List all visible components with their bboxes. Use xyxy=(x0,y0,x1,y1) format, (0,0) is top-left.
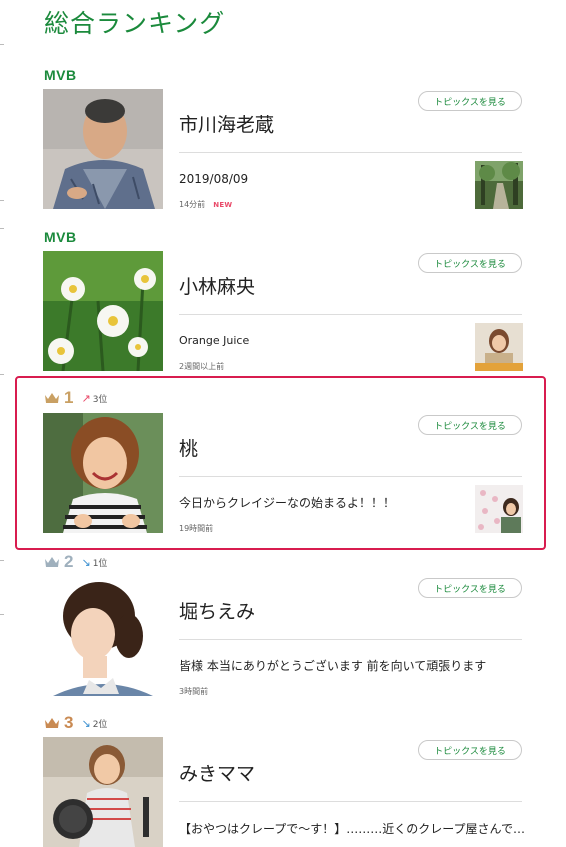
rank-number: 2 xyxy=(64,552,74,571)
new-badge: NEW xyxy=(213,200,233,209)
page-title: 総合ランキング xyxy=(44,9,226,38)
crown-icon xyxy=(45,718,59,728)
highlight-frame xyxy=(15,376,546,550)
woman-profile-braided-hair-image xyxy=(43,576,163,696)
entry-label: 3 ↘ 2位 xyxy=(44,713,107,732)
entry-name[interactable]: 市川海老蔵 xyxy=(179,110,274,137)
topic-text[interactable]: 2019/08/09 xyxy=(179,172,248,186)
topic-text[interactable]: Orange Juice xyxy=(179,334,249,347)
forest-path-image xyxy=(475,161,523,209)
time-ago: 2週間以上前 xyxy=(179,362,225,371)
topics-button[interactable]: トピックスを見る xyxy=(418,740,522,760)
mvb-badge: MVB xyxy=(44,67,77,83)
portrait-man-kimono-image xyxy=(43,89,163,209)
entry-photo[interactable] xyxy=(43,737,163,847)
entry-photo[interactable] xyxy=(43,89,163,209)
topics-button[interactable]: トピックスを見る xyxy=(418,91,522,111)
entry-name[interactable]: 堀ちえみ xyxy=(179,597,255,624)
arrow-down-icon: ↘ xyxy=(81,555,91,569)
topic-text[interactable]: 【おやつはクレープで～す！】………近くのクレープ屋さんで… xyxy=(179,820,525,837)
divider xyxy=(179,152,522,153)
entry-photo[interactable] xyxy=(43,251,163,371)
ranking-page: 総合ランキング MVB 市川海老蔵 トピックスを見る 2019/08/09 14… xyxy=(0,0,566,847)
entry-label: 2 ↘ 1位 xyxy=(44,552,107,571)
topics-button[interactable]: トピックスを見る xyxy=(418,253,522,273)
time-row: 14分前 NEW xyxy=(179,199,232,210)
time-ago: 3時間前 xyxy=(179,687,209,696)
rank-move: ↘ 2位 xyxy=(81,717,107,730)
arrow-down-icon: ↘ xyxy=(81,716,91,730)
daisy-flowers-image xyxy=(43,251,163,371)
entry-label: MVB xyxy=(44,66,77,84)
topics-button[interactable]: トピックスを見る xyxy=(418,578,522,598)
topic-thumbnail[interactable] xyxy=(475,323,523,371)
time-row: 2週間以上前 xyxy=(179,361,224,372)
crown-icon xyxy=(45,557,59,567)
entry-photo[interactable] xyxy=(43,576,163,696)
mvb-badge: MVB xyxy=(44,229,77,245)
entry-name[interactable]: 小林麻央 xyxy=(179,272,255,299)
entry-label: MVB xyxy=(44,228,77,246)
rank-move-text: 1位 xyxy=(92,558,108,569)
divider xyxy=(179,639,522,640)
rank-move-text: 2位 xyxy=(92,719,108,730)
time-ago: 14分前 xyxy=(179,200,206,209)
divider xyxy=(179,801,522,802)
divider xyxy=(179,314,522,315)
topic-text[interactable]: 皆様 本当にありがとうございます 前を向いて頑張ります xyxy=(179,657,486,674)
entry-name[interactable]: みきママ xyxy=(179,759,255,786)
rank-move: ↘ 1位 xyxy=(81,556,107,569)
woman-holding-frying-pans-image xyxy=(43,737,163,847)
woman-with-drink-image xyxy=(475,323,523,371)
topic-thumbnail[interactable] xyxy=(475,161,523,209)
time-row: 3時間前 xyxy=(179,686,208,697)
rank-number: 3 xyxy=(64,713,74,732)
